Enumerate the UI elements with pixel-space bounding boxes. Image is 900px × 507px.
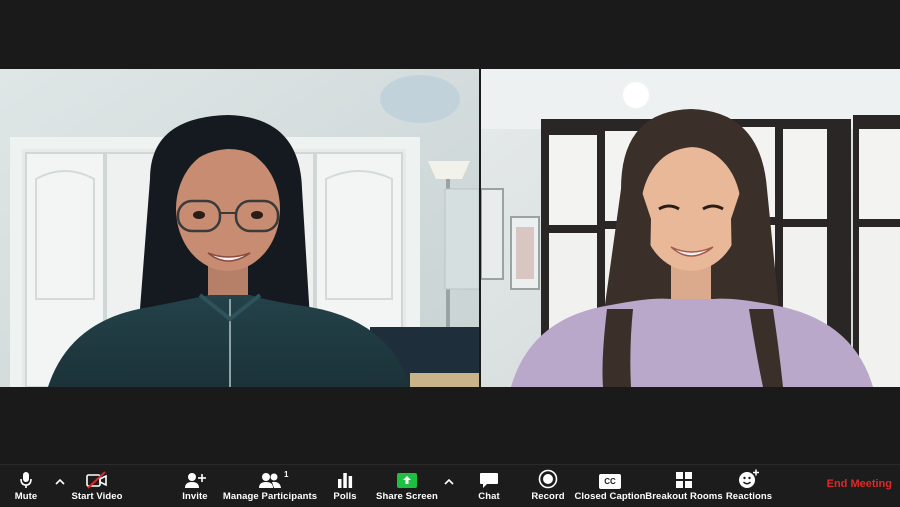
share-screen-button[interactable]: Share Screen [376,465,438,507]
closed-caption-button[interactable]: CC Closed Caption [574,465,646,507]
share-options-chevron-up-icon[interactable] [442,475,456,489]
mute-label: Mute [14,491,38,502]
chat-button[interactable]: Chat [474,465,504,507]
closed-caption-icon: CC [599,465,621,491]
record-icon [538,465,558,491]
start-video-label: Start Video [71,491,123,502]
record-button[interactable]: Record [530,465,566,507]
participant-video-right-frame [481,69,900,387]
cc-glyph: CC [599,474,621,489]
polls-icon [336,465,354,491]
record-label: Record [531,491,565,502]
reactions-button[interactable]: Reactions [726,465,772,507]
participant-count-badge: 1 [284,470,289,479]
manage-participants-button[interactable]: Manage Participants [222,465,318,507]
participant-video-left[interactable] [0,69,479,387]
video-off-icon [85,465,109,491]
start-video-button[interactable]: Start Video [70,465,124,507]
closed-caption-label: Closed Caption [574,491,646,502]
participant-video-left-frame [0,69,479,387]
manage-participants-label: Manage Participants [222,491,318,502]
video-gallery [0,0,900,464]
breakout-rooms-button[interactable]: Breakout Rooms [645,465,723,507]
chat-label: Chat [478,491,500,502]
chat-icon [479,465,499,491]
invite-icon [184,465,206,491]
reactions-icon [738,465,760,491]
polls-button[interactable]: Polls [330,465,360,507]
participant-video-right[interactable] [481,69,900,387]
invite-label: Invite [182,491,208,502]
participants-icon [258,465,282,491]
meeting-toolbar: Mute Start Video Invite Manage Participa… [0,464,900,506]
mute-button[interactable]: Mute [8,465,44,507]
share-screen-icon [396,465,418,491]
breakout-rooms-label: Breakout Rooms [645,491,723,502]
reactions-label: Reactions [725,491,773,502]
breakout-rooms-icon [675,465,693,491]
microphone-icon [19,465,33,491]
invite-button[interactable]: Invite [178,465,212,507]
share-screen-label: Share Screen [376,491,438,502]
polls-label: Polls [333,491,357,502]
end-meeting-button[interactable]: End Meeting [827,478,892,490]
audio-options-chevron-up-icon[interactable] [53,475,67,489]
